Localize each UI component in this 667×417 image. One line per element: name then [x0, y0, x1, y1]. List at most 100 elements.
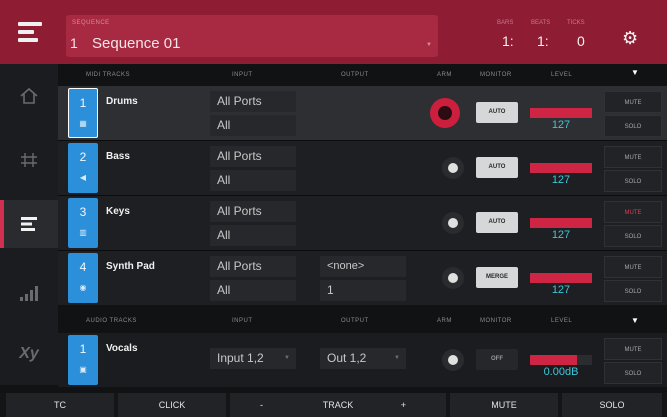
- bars-label: BARS: [497, 20, 514, 26]
- menu-icon[interactable]: [18, 22, 42, 42]
- level-value: 127: [551, 174, 571, 186]
- level-meter[interactable]: 127: [530, 96, 592, 131]
- ticks-value[interactable]: 0: [577, 33, 585, 49]
- input-channel-field[interactable]: All: [210, 115, 296, 136]
- nav-tracks-icon[interactable]: [0, 200, 58, 248]
- track-plus-button[interactable]: +: [401, 393, 406, 417]
- record-arm-button[interactable]: [442, 212, 464, 234]
- solo-button[interactable]: SOLO: [604, 362, 662, 384]
- track-number-badge[interactable]: 1 ▣: [68, 335, 98, 385]
- bottom-toolbar: TC CLICK - TRACK + MUTE SOLO: [0, 393, 667, 417]
- audio-track-row[interactable]: 1 ▣ Vocals Input 1,2 ▼ Out 1,2 ▼ OFF 0.0…: [58, 333, 667, 387]
- input-port-field[interactable]: All Ports: [210, 201, 296, 222]
- track-selector[interactable]: - TRACK +: [230, 393, 446, 417]
- level-fill: [530, 108, 592, 118]
- solo-button[interactable]: SOLO: [604, 115, 662, 137]
- beats-value[interactable]: 1:: [537, 33, 549, 49]
- level-value: 127: [551, 229, 571, 241]
- nav-levels-icon[interactable]: [0, 269, 58, 317]
- level-fill: [530, 355, 577, 365]
- sequence-label: SEQUENCE: [72, 20, 110, 26]
- track-number: 4: [79, 260, 87, 274]
- mute-button[interactable]: MUTE: [604, 338, 662, 360]
- monitor-button[interactable]: AUTO: [476, 157, 518, 178]
- input-channel-field[interactable]: All: [210, 225, 296, 246]
- solo-button[interactable]: SOLO: [604, 280, 662, 302]
- track-name: Drums: [106, 96, 138, 107]
- input-channel-field[interactable]: All: [210, 280, 296, 301]
- synth-icon: ◉: [79, 283, 87, 292]
- chevron-down-icon: ▼: [284, 355, 290, 361]
- mute-button[interactable]: MUTE: [604, 201, 662, 223]
- bars-value[interactable]: 1:: [502, 33, 514, 49]
- audio-output-value: Out 1,2: [327, 351, 367, 365]
- mute-mode-button[interactable]: MUTE: [450, 393, 558, 417]
- record-arm-button[interactable]: [430, 98, 460, 128]
- monitor-button[interactable]: AUTO: [476, 102, 518, 123]
- input-port-field[interactable]: All Ports: [210, 91, 296, 112]
- header-bar: SEQUENCE 1 Sequence 01 ▼ BARS BEATS TICK…: [0, 0, 667, 64]
- keys-icon: ▥: [79, 228, 87, 237]
- drum-pads-icon: ▦: [79, 119, 87, 128]
- level-meter[interactable]: 127: [530, 261, 592, 296]
- beats-label: BEATS: [531, 20, 551, 26]
- record-arm-button[interactable]: [442, 349, 464, 371]
- track-number-badge[interactable]: 1 ▦: [68, 88, 98, 138]
- midi-menu-caret-icon[interactable]: ▼: [631, 68, 639, 77]
- gear-icon[interactable]: ⚙: [622, 28, 638, 49]
- sequence-name: Sequence 01: [92, 35, 181, 52]
- chevron-down-icon: ▼: [394, 355, 400, 361]
- audio-output-select[interactable]: Out 1,2 ▼: [320, 348, 406, 369]
- input-channel-field[interactable]: All: [210, 170, 296, 191]
- left-nav: Xy: [0, 64, 58, 385]
- ticks-label: TICKS: [567, 20, 585, 26]
- bass-icon: ◀: [79, 173, 87, 182]
- solo-button[interactable]: SOLO: [604, 170, 662, 192]
- level-meter[interactable]: 127: [530, 151, 592, 186]
- track-minus-button[interactable]: -: [260, 393, 263, 417]
- level-meter[interactable]: 127: [530, 206, 592, 241]
- solo-mode-button[interactable]: SOLO: [562, 393, 662, 417]
- audio-menu-caret-icon[interactable]: ▼: [631, 316, 639, 325]
- nav-grid-icon[interactable]: [0, 136, 58, 184]
- monitor-button[interactable]: AUTO: [476, 212, 518, 233]
- sequence-number: 1: [70, 35, 78, 51]
- level-meter[interactable]: 0.00dB: [530, 343, 592, 378]
- output-port-field[interactable]: <none>: [320, 256, 406, 277]
- record-arm-button[interactable]: [442, 267, 464, 289]
- nav-xy-icon[interactable]: Xy: [0, 330, 58, 378]
- input-port-field[interactable]: All Ports: [210, 146, 296, 167]
- audio-input-value: Input 1,2: [217, 351, 264, 365]
- mute-button[interactable]: MUTE: [604, 91, 662, 113]
- sequence-selector[interactable]: SEQUENCE 1 Sequence 01 ▼: [66, 15, 438, 57]
- level-value: 127: [551, 284, 571, 296]
- mute-button[interactable]: MUTE: [604, 146, 662, 168]
- track-number-badge[interactable]: 4 ◉: [68, 253, 98, 303]
- output-channel-field[interactable]: 1: [320, 280, 406, 301]
- track-name: Synth Pad: [106, 261, 155, 272]
- nav-home-icon[interactable]: [0, 72, 58, 120]
- chevron-down-icon: ▼: [426, 42, 432, 48]
- track-number-badge[interactable]: 3 ▥: [68, 198, 98, 248]
- level-value: 127: [551, 119, 571, 131]
- tc-button[interactable]: TC: [6, 393, 114, 417]
- track-number-badge[interactable]: 2 ◀: [68, 143, 98, 193]
- click-button[interactable]: CLICK: [118, 393, 226, 417]
- midi-track-row[interactable]: 4 ◉ Synth Pad All Ports All <none> 1 MER…: [58, 251, 667, 305]
- track-number: 2: [79, 150, 87, 164]
- solo-button[interactable]: SOLO: [604, 225, 662, 247]
- record-arm-button[interactable]: [442, 157, 464, 179]
- monitor-button[interactable]: OFF: [476, 349, 518, 370]
- input-port-field[interactable]: All Ports: [210, 256, 296, 277]
- audio-icon: ▣: [79, 365, 87, 374]
- track-number: 1: [79, 96, 87, 110]
- audio-input-select[interactable]: Input 1,2 ▼: [210, 348, 296, 369]
- midi-track-row[interactable]: 2 ◀ Bass All Ports All AUTO 127 MUTE SOL…: [58, 141, 667, 195]
- mute-button[interactable]: MUTE: [604, 256, 662, 278]
- level-fill: [530, 163, 592, 173]
- track-name: Bass: [106, 151, 130, 162]
- midi-track-row[interactable]: 1 ▦ Drums All Ports All AUTO 127 MUTE SO…: [58, 86, 667, 140]
- monitor-button[interactable]: MERGE: [476, 267, 518, 288]
- midi-track-row[interactable]: 3 ▥ Keys All Ports All AUTO 127 MUTE SOL…: [58, 196, 667, 250]
- level-value: 0.00dB: [543, 366, 579, 378]
